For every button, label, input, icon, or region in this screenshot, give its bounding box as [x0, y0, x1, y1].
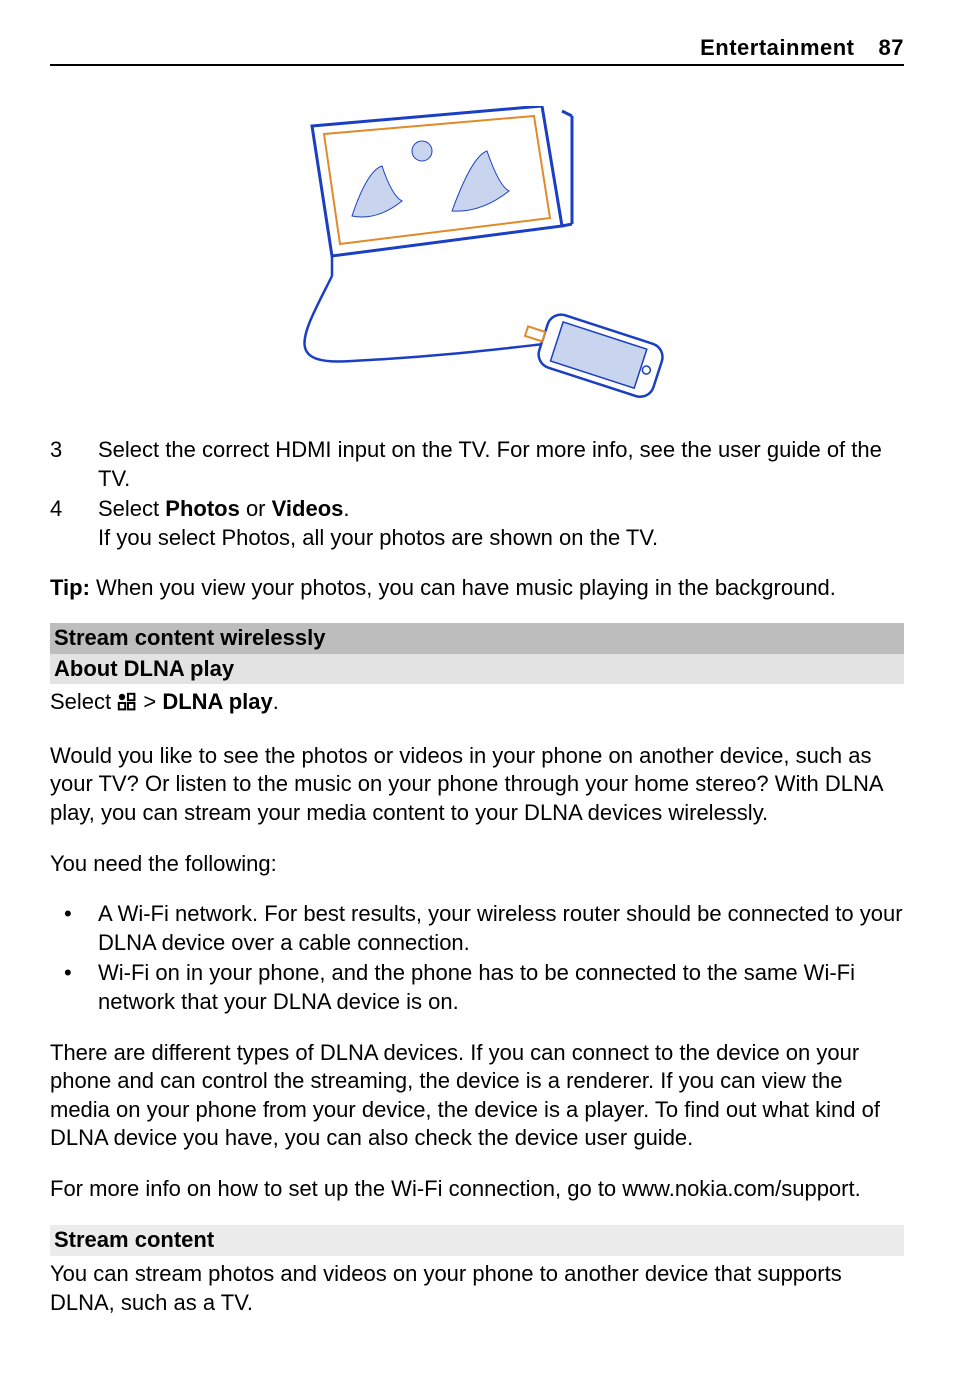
phone-to-tv-illustration: [272, 106, 682, 406]
tip-text: When you view your photos, you can have …: [90, 575, 836, 600]
bullet-icon: •: [50, 900, 98, 957]
header-rule: Entertainment87: [50, 64, 904, 66]
step-4: 4 Select Photos or Videos. If you select…: [50, 495, 904, 552]
requirements-list: • A Wi-Fi network. For best results, you…: [50, 900, 904, 1016]
photos-option: Photos: [165, 496, 240, 521]
step-text: Select Photos or Videos. If you select P…: [98, 495, 904, 552]
tip: Tip: When you view your photos, you can …: [50, 574, 904, 603]
apps-menu-icon: [117, 691, 137, 720]
page-header: Entertainment 87: [700, 34, 904, 63]
step-text: Select the correct HDMI input on the TV.…: [98, 436, 904, 493]
videos-option: Videos: [272, 496, 344, 521]
subsection-heading-stream-content: Stream content: [50, 1225, 904, 1256]
list-item: • Wi-Fi on in your phone, and the phone …: [50, 959, 904, 1016]
paragraph: You need the following:: [50, 850, 904, 879]
paragraph: Would you like to see the photos or vide…: [50, 742, 904, 828]
section-title: Entertainment: [700, 35, 854, 60]
step-number: 3: [50, 436, 98, 493]
paragraph: For more info on how to set up the Wi-Fi…: [50, 1175, 904, 1204]
select-instruction: Select > DLNA play.: [50, 688, 904, 720]
dlna-play-menu: DLNA play: [162, 689, 272, 714]
list-item: • A Wi-Fi network. For best results, you…: [50, 900, 904, 957]
step-number: 4: [50, 495, 98, 552]
paragraph: There are different types of DLNA device…: [50, 1039, 904, 1153]
paragraph: You can stream photos and videos on your…: [50, 1260, 904, 1317]
tip-label: Tip:: [50, 575, 90, 600]
bullet-icon: •: [50, 959, 98, 1016]
subsection-heading-about-dlna: About DLNA play: [50, 654, 904, 685]
step-subtext: If you select Photos, all your photos ar…: [98, 524, 904, 553]
step-3: 3 Select the correct HDMI input on the T…: [50, 436, 904, 493]
page-number: 87: [879, 35, 904, 60]
section-heading-stream-wirelessly: Stream content wirelessly: [50, 623, 904, 654]
